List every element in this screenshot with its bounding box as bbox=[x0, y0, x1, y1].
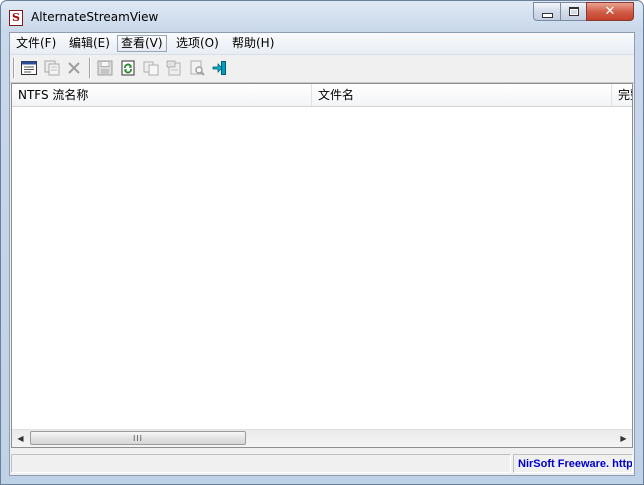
properties-button[interactable] bbox=[20, 59, 38, 77]
scrollbar-grip-icon: III bbox=[132, 433, 144, 443]
menu-help[interactable]: 帮助(H) bbox=[229, 35, 277, 52]
close-icon: ✕ bbox=[604, 4, 616, 19]
app-icon: S bbox=[9, 10, 23, 26]
copy-button[interactable] bbox=[142, 59, 160, 77]
delete-icon bbox=[68, 62, 80, 74]
column-header-filename[interactable]: 文件名 bbox=[312, 84, 612, 106]
column-header-stream-name[interactable]: NTFS 流名称 bbox=[12, 84, 312, 106]
nirsoft-link[interactable]: NirSoft Freeware. http://www.nirsoft.net bbox=[514, 458, 632, 470]
toolbar-separator bbox=[13, 58, 15, 78]
minimize-button[interactable] bbox=[533, 2, 561, 21]
maximize-button[interactable] bbox=[560, 2, 587, 21]
delete-button[interactable] bbox=[65, 59, 83, 77]
client-area: 文件(F) 编辑(E) 查看(V) 选项(O) 帮助(H) NTFS 流名称 文… bbox=[9, 32, 635, 476]
copy-icon bbox=[143, 61, 159, 76]
status-pane-left bbox=[11, 454, 511, 473]
scroll-left-icon[interactable]: ◀ bbox=[12, 430, 29, 447]
window-title: AlternateStreamView bbox=[31, 10, 159, 24]
copy-streams-button[interactable] bbox=[43, 59, 61, 77]
properties-icon bbox=[21, 61, 37, 75]
minimize-icon bbox=[541, 12, 553, 18]
menu-bar: 文件(F) 编辑(E) 查看(V) 选项(O) 帮助(H) bbox=[10, 33, 634, 55]
refresh-button[interactable] bbox=[119, 59, 137, 77]
copy-streams-icon bbox=[44, 60, 60, 76]
find-button[interactable] bbox=[188, 59, 206, 77]
title-bar[interactable]: S AlternateStreamView ✕ bbox=[1, 1, 643, 33]
stream-list[interactable]: NTFS 流名称 文件名 完整 ◀ III ▶ bbox=[11, 83, 633, 448]
find-icon bbox=[190, 60, 205, 76]
column-header-full-path[interactable]: 完整 bbox=[612, 84, 632, 106]
save-button[interactable] bbox=[96, 59, 114, 77]
status-pane-link: NirSoft Freeware. http://www.nirsoft.net bbox=[513, 454, 633, 473]
maximize-icon bbox=[568, 7, 579, 16]
menu-options[interactable]: 选项(O) bbox=[173, 35, 222, 52]
list-header: NTFS 流名称 文件名 完整 bbox=[12, 84, 632, 107]
app-window: S AlternateStreamView ✕ 文件(F) 编辑(E) 查看(V… bbox=[0, 0, 644, 485]
exit-icon bbox=[212, 61, 226, 75]
refresh-icon bbox=[121, 60, 135, 76]
close-button[interactable]: ✕ bbox=[586, 2, 634, 21]
toolbar bbox=[10, 55, 634, 83]
properties-page-button[interactable] bbox=[165, 59, 183, 77]
menu-view[interactable]: 查看(V) bbox=[117, 35, 167, 52]
toolbar-separator bbox=[89, 58, 91, 78]
scroll-right-icon[interactable]: ▶ bbox=[615, 430, 632, 447]
scrollbar-thumb[interactable]: III bbox=[30, 431, 246, 445]
menu-edit[interactable]: 编辑(E) bbox=[66, 35, 113, 52]
menu-file[interactable]: 文件(F) bbox=[13, 35, 59, 52]
horizontal-scrollbar[interactable]: ◀ III ▶ bbox=[12, 429, 632, 447]
status-bar: NirSoft Freeware. http://www.nirsoft.net bbox=[10, 451, 634, 475]
properties-page-icon bbox=[166, 60, 181, 76]
save-icon bbox=[97, 60, 113, 76]
exit-button[interactable] bbox=[211, 59, 229, 77]
